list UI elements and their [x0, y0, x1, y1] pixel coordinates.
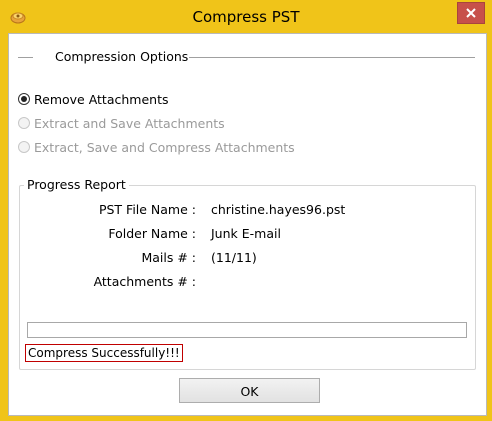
- compress-pst-window: Compress PST Compression Options Remove …: [0, 0, 492, 421]
- radio-button-disabled[interactable]: [18, 117, 30, 129]
- folder-name-value: Junk E-mail: [211, 226, 281, 241]
- status-message: Compress Successfully!!!: [25, 344, 183, 362]
- close-button[interactable]: [457, 2, 485, 24]
- attachments-count-label: Attachments # :: [93, 274, 196, 289]
- radio-label: Extract and Save Attachments: [34, 116, 225, 131]
- ok-button[interactable]: OK: [179, 378, 320, 403]
- mails-count-label: Mails # :: [141, 250, 196, 265]
- radio-button-checked[interactable]: [18, 93, 30, 105]
- pst-file-name-value: christine.hayes96.pst: [211, 202, 346, 217]
- close-icon: [466, 8, 476, 18]
- radio-label: Extract, Save and Compress Attachments: [34, 140, 295, 155]
- group-divider-left: [18, 57, 33, 58]
- folder-name-label: Folder Name :: [108, 226, 196, 241]
- group-divider-right: [189, 57, 475, 58]
- compression-options-title: Compression Options: [55, 49, 189, 64]
- progress-report-title: Progress Report: [24, 177, 129, 192]
- pst-file-name-label: PST File Name :: [98, 202, 196, 217]
- radio-label: Remove Attachments: [34, 92, 169, 107]
- mails-count-value: (11/11): [211, 250, 257, 265]
- dialog-body: Compression Options Remove Attachments E…: [8, 33, 487, 416]
- title-bar[interactable]: Compress PST: [1, 1, 491, 33]
- progress-bar: [27, 322, 467, 338]
- radio-button-disabled[interactable]: [18, 141, 30, 153]
- window-title: Compress PST: [192, 8, 300, 26]
